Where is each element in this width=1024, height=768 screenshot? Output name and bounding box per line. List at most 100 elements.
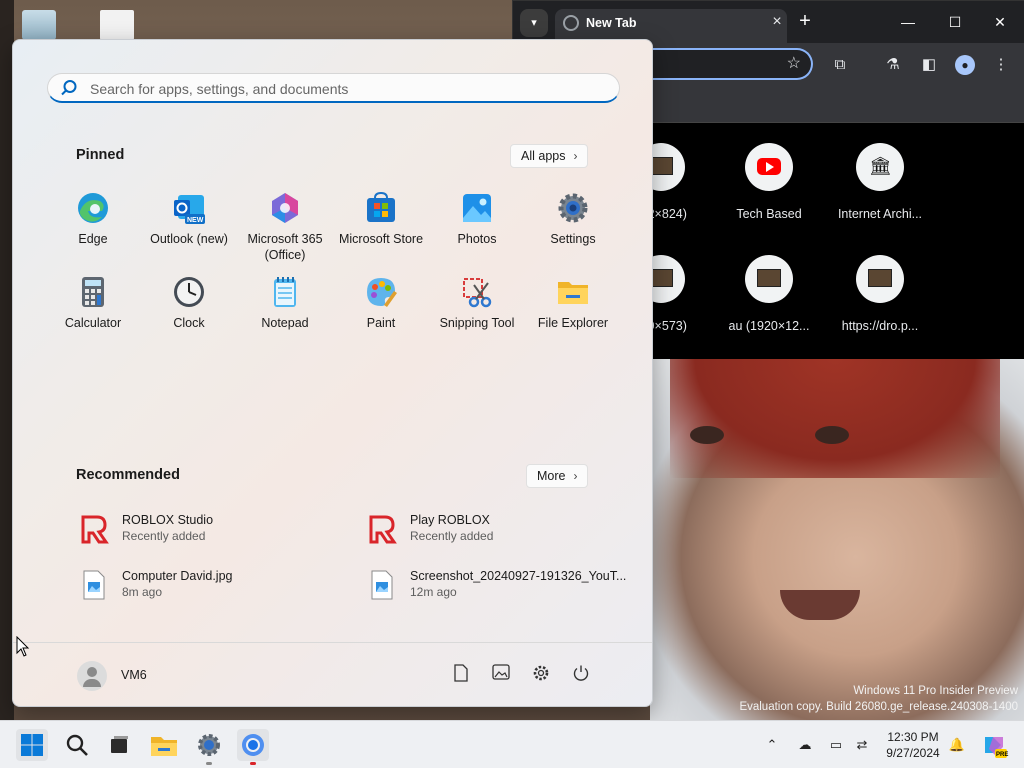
tab-new-tab[interactable]: New Tab × bbox=[555, 9, 787, 43]
app-name: Microsoft Store bbox=[338, 232, 424, 246]
documents-icon[interactable] bbox=[450, 664, 472, 686]
desktop-file-icon[interactable] bbox=[100, 10, 134, 40]
power-icon[interactable] bbox=[570, 664, 592, 686]
shortcut-tile[interactable]: https://dro.p... bbox=[824, 255, 936, 333]
shortcut-tile[interactable]: au (1920×12... bbox=[713, 255, 825, 333]
copilot-button[interactable]: PRE bbox=[977, 729, 1009, 761]
shortcut-label: https://dro.p... bbox=[841, 319, 919, 333]
more-label: More bbox=[537, 469, 566, 483]
pinned-app-settings[interactable]: Settings bbox=[525, 191, 621, 247]
user-name[interactable]: VM6 bbox=[121, 668, 147, 682]
recommended-title: Computer David.jpg bbox=[122, 569, 233, 583]
taskbar-chrome[interactable] bbox=[237, 729, 269, 761]
show-hidden-icons[interactable]: ⌃ bbox=[762, 735, 782, 755]
menu-dots-icon[interactable]: ⋮ bbox=[991, 55, 1011, 75]
taskbar-file-explorer[interactable] bbox=[148, 729, 180, 761]
pinned-app-notepad[interactable]: Notepad bbox=[237, 275, 333, 331]
clock-area[interactable]: 12:30 PM 9/27/2024 bbox=[880, 729, 946, 761]
clock-icon bbox=[172, 275, 206, 309]
pinned-app-outlook[interactable]: NEW Outlook (new) bbox=[141, 191, 237, 247]
mouse-cursor-icon bbox=[16, 636, 30, 657]
all-apps-button[interactable]: All apps › bbox=[510, 144, 589, 168]
minimize-button[interactable]: — bbox=[893, 9, 923, 35]
pinned-app-snipping-tool[interactable]: Snipping Tool bbox=[429, 275, 525, 331]
taskbar-search-button[interactable] bbox=[61, 729, 93, 761]
pinned-app-file-explorer[interactable]: File Explorer bbox=[525, 275, 621, 331]
photo-mouth bbox=[780, 590, 860, 620]
globe-icon bbox=[563, 15, 579, 31]
tab-search-button[interactable]: ▾ bbox=[520, 9, 548, 37]
pinned-app-microsoft-365[interactable]: Microsoft 365 (Office) bbox=[237, 191, 333, 263]
recommended-heading: Recommended bbox=[76, 467, 180, 483]
search-input[interactable] bbox=[90, 79, 590, 99]
maximize-button[interactable]: ☐ bbox=[940, 9, 970, 35]
more-button[interactable]: More › bbox=[526, 464, 589, 488]
shortcut-tile[interactable]: Tech Based bbox=[713, 143, 825, 221]
thumbnail-icon bbox=[757, 269, 781, 287]
shortcut-label: au (1920×12... bbox=[728, 319, 810, 333]
recommended-item-play-roblox[interactable]: Play ROBLOX Recently added bbox=[365, 511, 625, 551]
calculator-icon bbox=[76, 275, 110, 309]
image-file-icon bbox=[79, 569, 109, 601]
extensions-icon[interactable]: ⧉ bbox=[830, 55, 850, 75]
search-box[interactable] bbox=[47, 73, 620, 103]
chrome-tab-bar: ▾ New Tab × + — ☐ ✕ bbox=[513, 1, 1024, 43]
app-name: Paint bbox=[366, 316, 396, 330]
pinned-app-clock[interactable]: Clock bbox=[141, 275, 237, 331]
close-tab-icon[interactable]: × bbox=[767, 12, 787, 32]
active-indicator bbox=[250, 762, 256, 765]
side-panel-icon[interactable]: ◧ bbox=[919, 55, 939, 75]
pinned-app-edge[interactable]: Edge bbox=[45, 191, 141, 247]
taskbar-settings[interactable] bbox=[193, 729, 225, 761]
pinned-app-microsoft-store[interactable]: Microsoft Store bbox=[333, 191, 429, 247]
recommended-item-roblox-studio[interactable]: ROBLOX Studio Recently added bbox=[77, 511, 337, 551]
pinned-app-calculator[interactable]: Calculator bbox=[45, 275, 141, 331]
chevron-right-icon: › bbox=[573, 469, 578, 483]
app-name: Notepad bbox=[261, 316, 309, 330]
tab-title: New Tab bbox=[586, 16, 637, 30]
photo-eye-right bbox=[815, 426, 849, 444]
start-footer: VM6 bbox=[13, 642, 652, 706]
recommended-item-screenshot[interactable]: Screenshot_20240927-191326_YouT... 12m a… bbox=[365, 567, 626, 607]
copilot-icon: PRE bbox=[985, 737, 1008, 758]
pictures-icon[interactable] bbox=[490, 664, 512, 686]
new-tab-button[interactable]: + bbox=[794, 10, 816, 32]
display-icon[interactable]: ▭ bbox=[826, 735, 846, 755]
shortcut-circle: 🏛 bbox=[856, 143, 904, 191]
cloud-offline-icon[interactable]: ☁ bbox=[795, 735, 815, 755]
app-name: Edge bbox=[78, 232, 108, 246]
close-window-button[interactable]: ✕ bbox=[985, 9, 1015, 35]
edge-icon bbox=[76, 191, 110, 225]
recommended-subtitle: 8m ago bbox=[122, 585, 163, 599]
pinned-app-photos[interactable]: Photos bbox=[429, 191, 525, 247]
recommended-item-computer-david[interactable]: Computer David.jpg 8m ago bbox=[77, 567, 337, 607]
clock-time: 12:30 PM bbox=[887, 730, 939, 744]
watermark-line2: Evaluation copy. Build 26080.ge_release.… bbox=[739, 701, 1018, 713]
recycle-bin-icon[interactable] bbox=[22, 10, 56, 40]
shortcut-tile[interactable]: 🏛 Internet Archi... bbox=[824, 143, 936, 221]
user-avatar[interactable] bbox=[77, 661, 107, 691]
watermark-line1: Windows 11 Pro Insider Preview bbox=[853, 685, 1018, 697]
all-apps-label: All apps bbox=[521, 149, 566, 163]
start-menu: Pinned All apps› Edge NEW Outlook (new) … bbox=[12, 39, 653, 707]
app-name: Calculator bbox=[64, 316, 122, 330]
desktop-photo bbox=[650, 358, 1024, 720]
start-button[interactable] bbox=[16, 729, 48, 761]
shortcut-circle bbox=[856, 255, 904, 303]
snipping-tool-icon bbox=[460, 275, 494, 309]
svg-text:NEW: NEW bbox=[187, 217, 204, 224]
task-view-button[interactable] bbox=[103, 729, 135, 761]
search-icon bbox=[61, 80, 77, 96]
shortcut-label: Tech Based bbox=[736, 207, 802, 221]
roblox-icon bbox=[367, 513, 397, 545]
microsoft-365-icon bbox=[268, 191, 302, 225]
settings-gear-icon[interactable] bbox=[530, 664, 552, 686]
network-icon[interactable]: ⇄ bbox=[852, 735, 872, 755]
windows-logo-icon bbox=[21, 734, 43, 756]
labs-icon[interactable]: ⚗ bbox=[883, 55, 903, 75]
notification-bell-icon[interactable]: 🔔 bbox=[947, 735, 967, 755]
pinned-app-paint[interactable]: Paint bbox=[333, 275, 429, 331]
pinned-heading: Pinned bbox=[76, 147, 125, 163]
bookmark-star-icon[interactable]: ☆ bbox=[787, 53, 801, 73]
profile-icon[interactable]: ● bbox=[955, 55, 975, 75]
